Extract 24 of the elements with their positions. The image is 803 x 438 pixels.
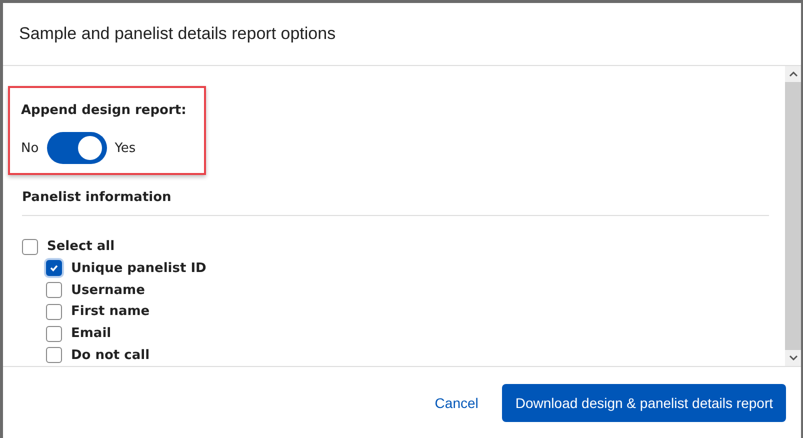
scroll-up-icon[interactable] bbox=[788, 71, 798, 77]
checkbox[interactable] bbox=[46, 326, 62, 342]
toggle-switch[interactable] bbox=[46, 132, 107, 164]
checkmark-icon bbox=[49, 263, 59, 274]
download-button[interactable]: Download design & panelist details report bbox=[502, 384, 786, 422]
append-label: Append design report: bbox=[21, 103, 186, 118]
toggle-off-label: No bbox=[21, 140, 39, 156]
checkbox[interactable] bbox=[22, 238, 38, 255]
checkbox-label: Unique panelist ID bbox=[71, 260, 206, 276]
checkbox[interactable] bbox=[46, 260, 62, 276]
toggle-on-label: Yes bbox=[114, 140, 136, 156]
scrollbar[interactable] bbox=[785, 66, 801, 366]
scroll-down-icon[interactable] bbox=[788, 355, 798, 361]
checkbox[interactable] bbox=[46, 282, 62, 298]
checkbox[interactable] bbox=[46, 347, 62, 364]
checkbox-label: First name bbox=[71, 304, 150, 320]
checkbox-label: Email bbox=[71, 326, 112, 341]
section-heading: Panelist information bbox=[22, 190, 172, 205]
cancel-link[interactable]: Cancel bbox=[430, 390, 482, 414]
checkbox[interactable] bbox=[46, 304, 62, 320]
checkbox-label: Username bbox=[71, 282, 145, 298]
checkbox-label: Select all bbox=[47, 239, 115, 254]
checkbox-label: Do not call bbox=[71, 348, 150, 363]
dialog-title: Sample and panelist details report options bbox=[19, 24, 336, 44]
